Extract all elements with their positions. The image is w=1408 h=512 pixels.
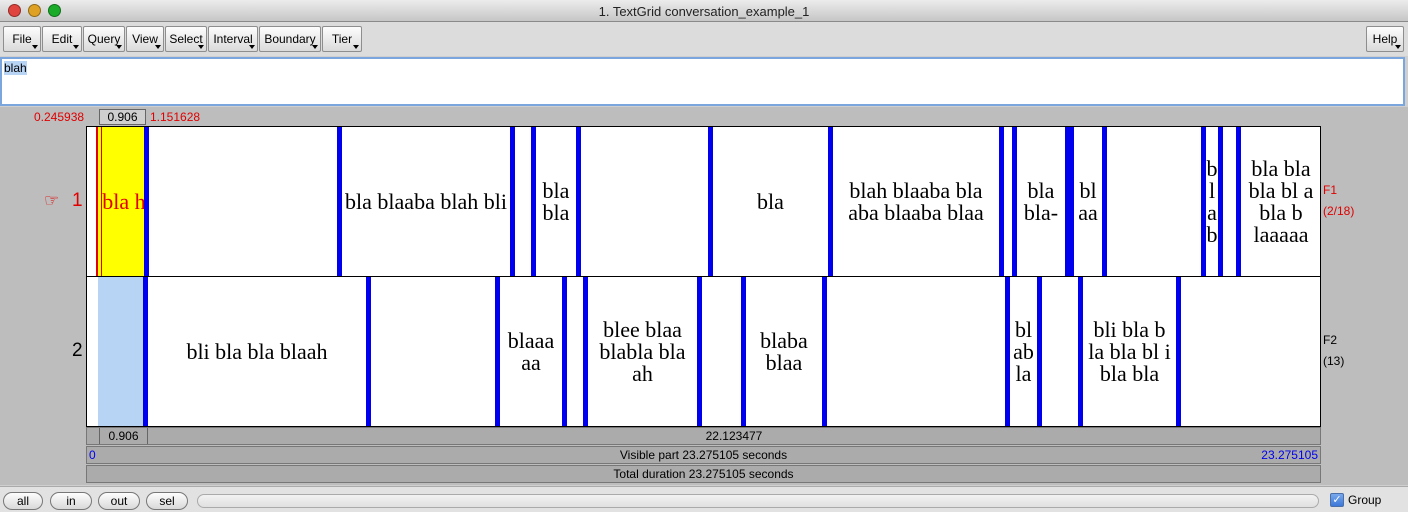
interval-label: blaaa aa (507, 327, 555, 375)
dropdown-arrow-icon (155, 45, 161, 49)
menu-query[interactable]: Query (83, 26, 125, 52)
interval-boundary[interactable] (366, 277, 371, 426)
interval-boundary[interactable] (1102, 127, 1107, 276)
selection-highlight (98, 277, 144, 426)
dropdown-arrow-icon (73, 45, 79, 49)
selection-duration-top[interactable]: 0.906 (99, 109, 146, 125)
menu-view[interactable]: View (126, 26, 164, 52)
interval-label: blaba blaa (760, 327, 808, 375)
tier-2[interactable]: bli bla bla blaah blaaa aa blee blaa bla… (86, 276, 1321, 427)
group-label: Group (1348, 493, 1382, 507)
menu-bar: File Edit Query View Select Interval Bou… (0, 22, 1408, 56)
interval-boundary[interactable] (1065, 127, 1074, 276)
interval-boundary[interactable] (562, 277, 567, 426)
zoom-selection-button[interactable]: sel (146, 492, 188, 510)
interval-label: bli bla b la bla bl i bla bla (1088, 316, 1171, 386)
menu-edit[interactable]: Edit (42, 26, 82, 52)
interval-boundary[interactable] (144, 127, 149, 276)
interval-label: b l a b (1206, 155, 1218, 247)
tier-1[interactable]: bla h bla blaaba blah bli bla bla bla bl… (86, 126, 1321, 277)
zoom-in-button[interactable]: in (50, 492, 92, 510)
interval-boundary[interactable] (510, 127, 515, 276)
tier-1-number[interactable]: 1 (72, 191, 83, 211)
interval-label: bl ab la (1013, 316, 1034, 386)
interval-boundary[interactable] (697, 277, 702, 426)
bottom-bar: all in out sel ✓ Group (0, 486, 1408, 512)
tier-1-count: (2/18) (1323, 204, 1355, 218)
interval-label: bl aa (1078, 177, 1098, 225)
zoom-out-button[interactable]: out (98, 492, 140, 510)
dropdown-arrow-icon (353, 45, 359, 49)
dropdown-arrow-icon (312, 45, 318, 49)
duration-segment-after[interactable]: 22.123477 (148, 428, 1320, 444)
window-title: 1. TextGrid conversation_example_1 (598, 4, 810, 19)
selection-end-time: 1.151628 (150, 110, 201, 124)
total-duration-row[interactable]: Total duration 23.275105 seconds (86, 465, 1321, 483)
interval-label: blee blaa blabla bla ah (599, 316, 686, 386)
interval-label: bla bla- (1023, 177, 1059, 225)
dropdown-arrow-icon (249, 45, 255, 49)
visible-part-label: Visible part 23.275105 seconds (619, 448, 788, 462)
dropdown-arrow-icon (198, 45, 204, 49)
tier-2-number[interactable]: 2 (72, 341, 83, 361)
visible-start-time: 0 (89, 448, 96, 462)
interval-label: bla blaaba blah bli (345, 188, 507, 214)
menu-interval[interactable]: Interval (208, 26, 258, 52)
visible-end-time: 23.275105 (1261, 448, 1318, 462)
duration-row: 0.906 22.123477 (86, 427, 1321, 445)
dropdown-arrow-icon (116, 45, 122, 49)
tier-1-name: F1 (1323, 183, 1338, 197)
interval-boundary[interactable] (1176, 277, 1181, 426)
selection-start-time: 0.245938 (34, 110, 85, 124)
interval-boundary[interactable] (576, 127, 581, 276)
interval-label: blah blaaba bla aba blaaba blaa (848, 177, 984, 225)
horizontal-scrollbar[interactable] (197, 494, 1319, 508)
interval-label: bla (757, 188, 784, 214)
interval-label: bla bla (542, 177, 570, 225)
interval-boundary[interactable] (1037, 277, 1042, 426)
interval-label: bla bla bla bl a bla b laaaaa (1248, 155, 1314, 247)
selected-interval-label: bla h (102, 188, 146, 214)
dropdown-arrow-icon (32, 45, 38, 49)
interval-boundary[interactable] (999, 127, 1004, 276)
interval-boundary[interactable] (1218, 127, 1223, 276)
interval-text-value: blah (4, 61, 27, 75)
interval-label: bli bla bla blaah (186, 338, 328, 364)
menu-tier[interactable]: Tier (322, 26, 362, 52)
duration-segment-before[interactable] (87, 428, 100, 444)
tier-2-name: F2 (1323, 333, 1338, 347)
visible-part-row[interactable]: 0 Visible part 23.275105 seconds 23.2751… (86, 446, 1321, 464)
pointing-hand-icon: ☞ (44, 191, 60, 210)
tier-2-count: (13) (1323, 354, 1345, 368)
duration-segment-selection[interactable]: 0.906 (100, 428, 148, 444)
zoom-all-button[interactable]: all (3, 492, 43, 510)
group-checkbox[interactable]: ✓ (1330, 493, 1344, 507)
interval-text-field[interactable]: blah (0, 57, 1405, 106)
menu-file[interactable]: File (3, 26, 41, 52)
menu-boundary[interactable]: Boundary (259, 26, 321, 52)
menu-help[interactable]: Help (1366, 26, 1404, 52)
menu-select[interactable]: Select (165, 26, 207, 52)
title-bar: 1. TextGrid conversation_example_1 (0, 0, 1408, 22)
interval-boundary[interactable] (822, 277, 827, 426)
total-duration-label: Total duration 23.275105 seconds (613, 467, 794, 481)
cursor-line (96, 127, 98, 276)
dropdown-arrow-icon (1395, 45, 1401, 49)
